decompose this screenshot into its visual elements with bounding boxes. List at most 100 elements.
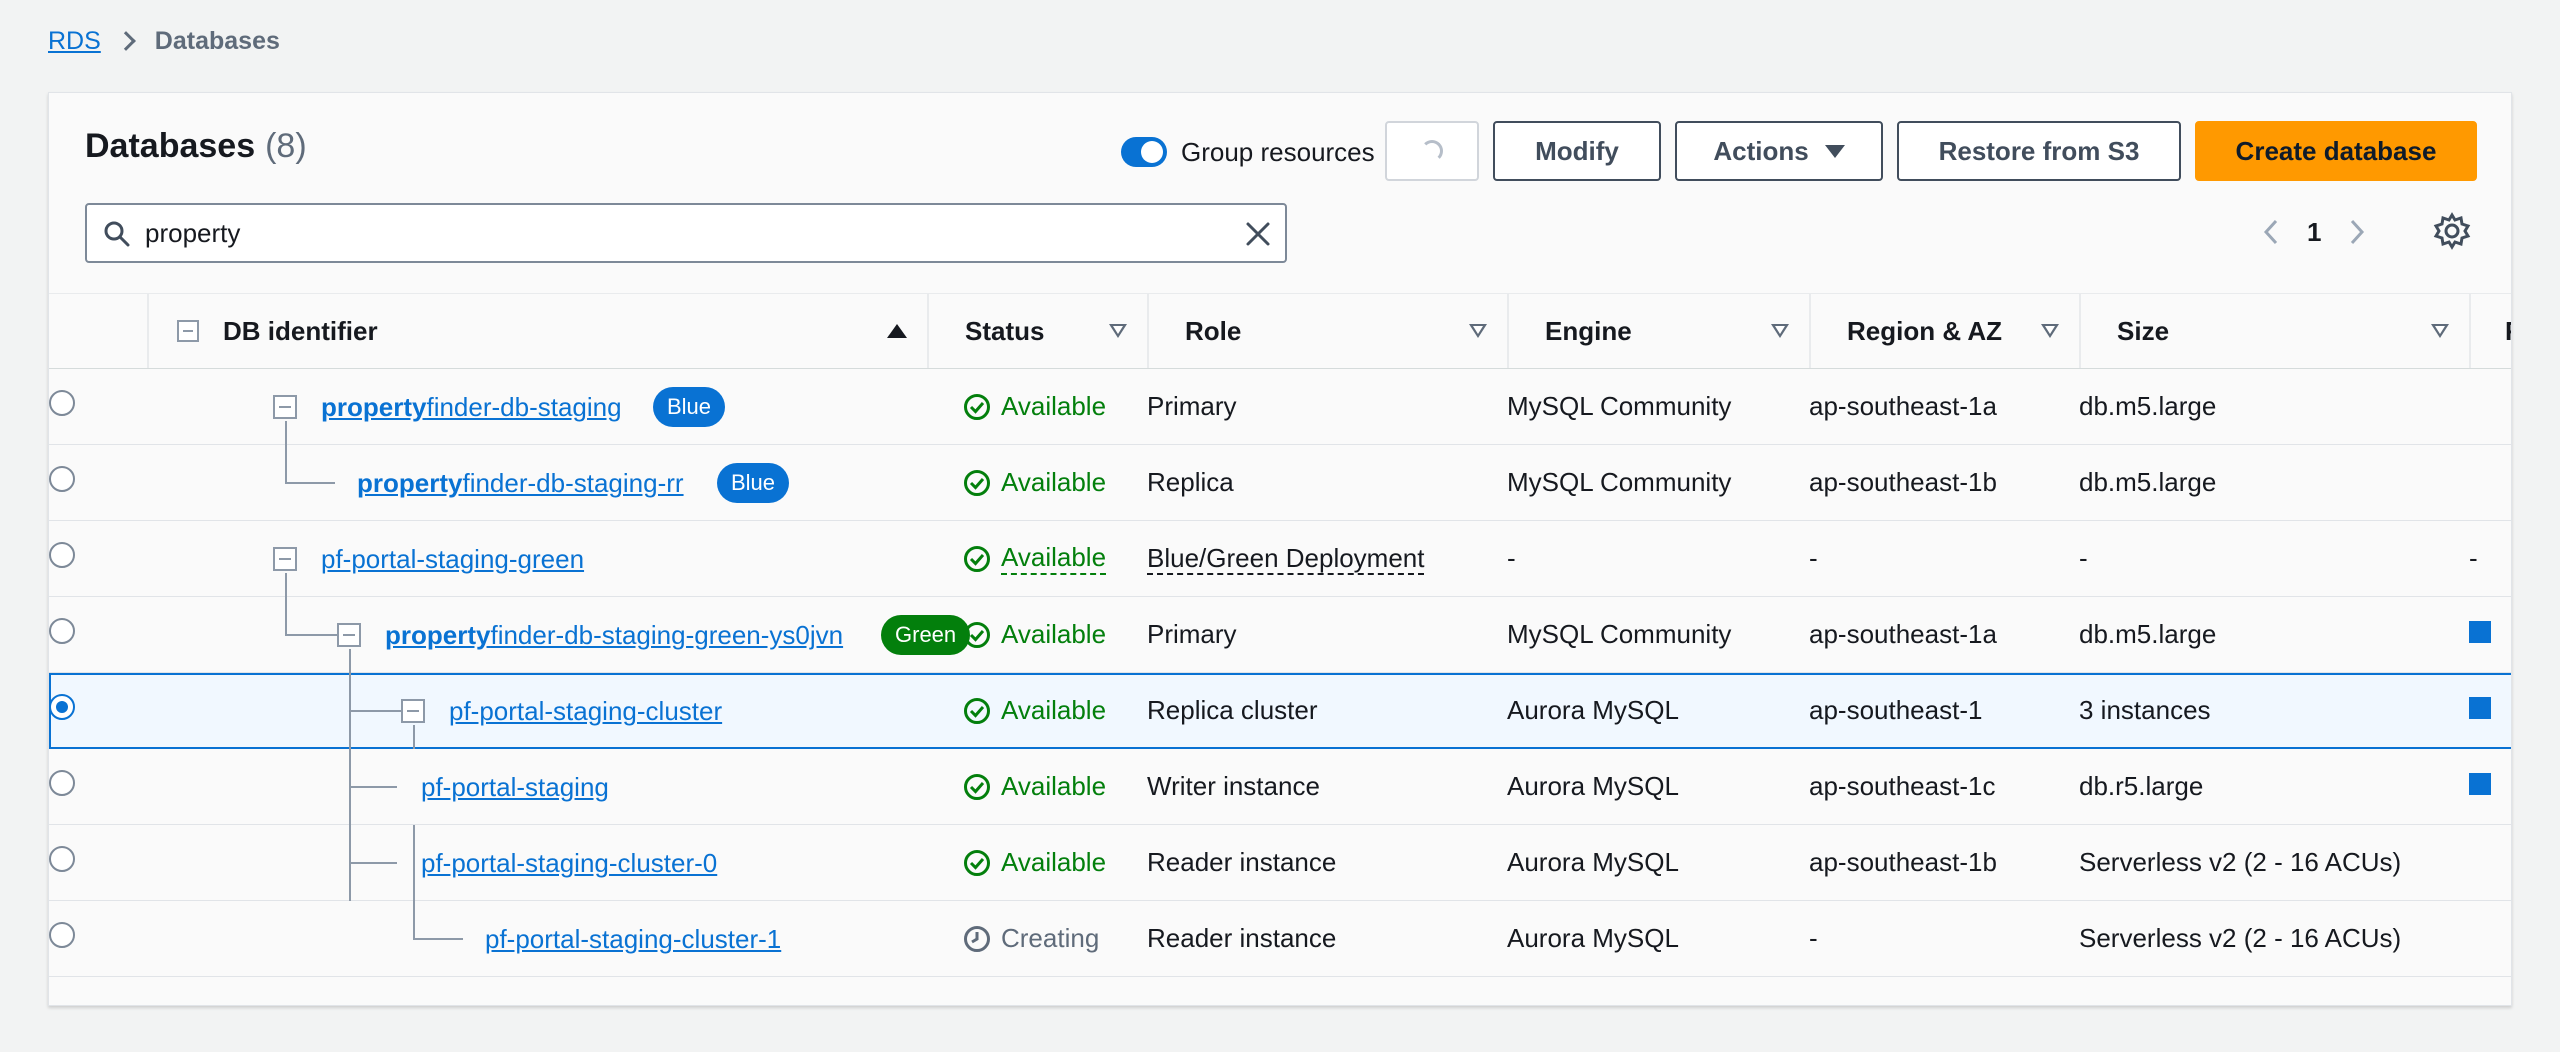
extra-cell: - (2469, 543, 2478, 573)
collapse-icon[interactable] (273, 547, 297, 571)
engine-cell: Aurora MySQL (1507, 771, 1679, 801)
restore-from-s3-button[interactable]: Restore from S3 (1897, 121, 2181, 181)
size-cell: Serverless v2 (2 - 16 ACUs) (2079, 923, 2402, 953)
db-identifier-link[interactable]: pf-portal-staging-green (321, 544, 584, 575)
engine-cell: Aurora MySQL (1507, 847, 1679, 877)
extra-cell (2469, 597, 2511, 673)
column-status[interactable]: Status (927, 293, 1147, 369)
collapse-icon[interactable] (337, 623, 361, 647)
column-role[interactable]: Role (1147, 293, 1507, 369)
row-select-radio[interactable] (49, 618, 75, 644)
db-identifier-cell: propertyfinder-db-staging Blue (147, 369, 927, 445)
row-select-radio[interactable] (49, 542, 75, 568)
db-identifier-link[interactable]: propertyfinder-db-staging-green-ys0jvn (385, 620, 843, 651)
size-cell: db.r5.large (2079, 771, 2204, 801)
table-row[interactable]: propertyfinder-db-staging Blue Available… (49, 369, 2511, 445)
table-row[interactable]: propertyfinder-db-staging-rr Blue Availa… (49, 445, 2511, 521)
check-circle-icon (964, 393, 990, 420)
column-label: Engine (1545, 315, 1632, 346)
chevron-right-icon (115, 31, 136, 51)
deployment-badge: Blue (717, 463, 790, 503)
status-available: Available (927, 542, 1147, 575)
clear-icon[interactable] (1243, 219, 1273, 249)
role-cell[interactable]: Blue/Green Deployment (1147, 521, 1507, 597)
row-select-radio[interactable] (49, 390, 75, 416)
clock-icon (964, 925, 990, 952)
row-select-radio[interactable] (49, 694, 75, 720)
region-cell: ap-southeast-1c (1809, 771, 1996, 801)
size-cell: db.m5.large (2079, 467, 2217, 497)
role-cell: Reader instance (1147, 847, 1337, 877)
db-identifier-cell: pf-portal-staging-cluster-0 (147, 825, 927, 901)
collapse-all-icon[interactable] (177, 320, 199, 342)
search-input[interactable] (145, 213, 1205, 253)
column-engine[interactable]: Engine (1507, 293, 1809, 369)
create-database-button[interactable]: Create database (2195, 121, 2477, 181)
table-row[interactable]: pf-portal-staging-green Available Blue/G… (49, 521, 2511, 597)
role-cell: Reader instance (1147, 923, 1337, 953)
db-identifier-link[interactable]: propertyfinder-db-staging (321, 392, 622, 423)
size-cell: 3 instances (2079, 695, 2211, 725)
extra-cell (2469, 825, 2511, 901)
column-label: Role (1185, 315, 1242, 346)
role-cell: Replica cluster (1147, 695, 1318, 725)
region-cell: ap-southeast-1a (1809, 391, 1997, 421)
row-select-radio[interactable] (49, 466, 75, 492)
column-region-az[interactable]: Region & AZ (1809, 293, 2079, 369)
resource-square-icon (2469, 697, 2491, 719)
sort-icon[interactable] (2431, 324, 2449, 338)
sort-icon[interactable] (2041, 324, 2059, 338)
table-header: DB identifier Status Role Engine Region … (49, 293, 2511, 369)
extra-cell (2469, 749, 2511, 825)
size-cell: db.m5.large (2079, 391, 2217, 421)
breadcrumb-current: Databases (154, 26, 280, 55)
search-box (85, 203, 1287, 263)
column-label: Re (2505, 316, 2511, 347)
previous-page-icon[interactable] (2261, 217, 2281, 247)
row-select-radio[interactable] (49, 770, 75, 796)
region-cell: ap-southeast-1a (1809, 619, 1997, 649)
breadcrumb-rds-link[interactable]: RDS (48, 27, 101, 56)
deployment-badge: Green (881, 615, 971, 655)
sort-icon[interactable] (1469, 324, 1487, 338)
db-identifier-link[interactable]: pf-portal-staging (421, 772, 609, 803)
db-identifier-link[interactable]: pf-portal-staging-cluster (449, 696, 722, 727)
sort-icon[interactable] (1771, 324, 1789, 338)
check-circle-icon (964, 773, 990, 800)
refresh-button[interactable] (1385, 121, 1479, 181)
db-identifier-link[interactable]: propertyfinder-db-staging-rr (357, 468, 684, 499)
collapse-icon[interactable] (401, 699, 425, 723)
status-available: Available (927, 771, 1147, 802)
column-size[interactable]: Size (2079, 293, 2469, 369)
row-select-radio[interactable] (49, 846, 75, 872)
sort-ascending-icon[interactable] (887, 324, 907, 338)
table-row[interactable]: pf-portal-staging-cluster-0 Available Re… (49, 825, 2511, 901)
database-count: (8) (265, 127, 307, 165)
current-page[interactable]: 1 (2307, 217, 2321, 248)
engine-cell: Aurora MySQL (1507, 695, 1679, 725)
collapse-icon[interactable] (273, 395, 297, 419)
row-select-radio[interactable] (49, 922, 75, 948)
column-extra[interactable]: Re (2469, 293, 2511, 369)
status-available: Available (927, 847, 1147, 878)
db-identifier-cell: propertyfinder-db-staging-green-ys0jvn G… (147, 597, 971, 673)
gear-icon[interactable] (2432, 211, 2472, 251)
table-row-selected[interactable]: pf-portal-staging-cluster Available Repl… (49, 672, 2511, 749)
role-cell: Replica (1147, 467, 1234, 497)
resource-square-icon (2469, 621, 2491, 643)
db-identifier-link[interactable]: pf-portal-staging-cluster-0 (421, 848, 717, 879)
table-row[interactable]: pf-portal-staging-cluster-1 Creating Rea… (49, 901, 2511, 977)
next-page-icon[interactable] (2347, 217, 2367, 247)
engine-cell: MySQL Community (1507, 467, 1732, 497)
engine-cell: Aurora MySQL (1507, 923, 1679, 953)
toggle-switch[interactable] (1121, 137, 1167, 167)
sort-icon[interactable] (1109, 324, 1127, 338)
modify-button[interactable]: Modify (1493, 121, 1661, 181)
actions-button[interactable]: Actions (1675, 121, 1883, 181)
table-row[interactable]: propertyfinder-db-staging-green-ys0jvn G… (49, 597, 2511, 673)
group-resources-toggle[interactable]: Group resources (1121, 131, 1375, 173)
db-identifier-link[interactable]: pf-portal-staging-cluster-1 (485, 924, 781, 955)
column-db-identifier[interactable]: DB identifier (147, 293, 927, 369)
column-label: Status (965, 315, 1045, 346)
table-row[interactable]: pf-portal-staging Available Writer insta… (49, 749, 2511, 825)
